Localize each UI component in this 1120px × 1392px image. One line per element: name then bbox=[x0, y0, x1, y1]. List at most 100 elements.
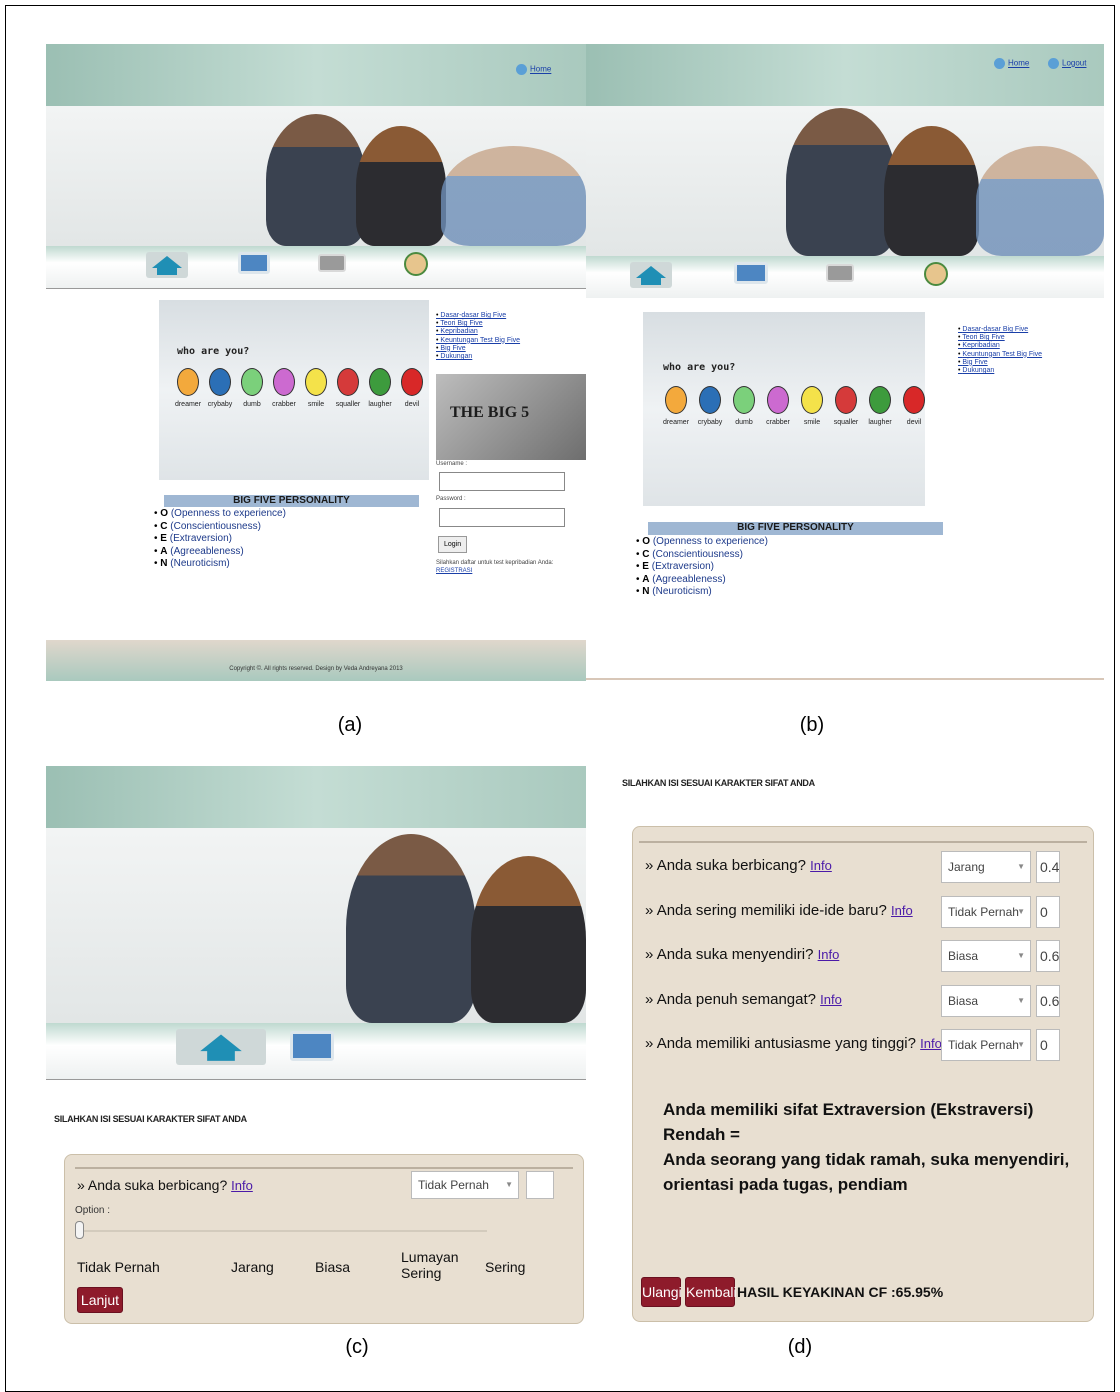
side-link[interactable]: Dukungan bbox=[958, 367, 1042, 375]
nav-home-icon[interactable] bbox=[630, 262, 672, 288]
nav-user-icon[interactable] bbox=[404, 252, 428, 276]
face-crybaby-icon bbox=[209, 368, 231, 396]
info-link[interactable]: Info bbox=[920, 1036, 942, 1051]
big5-image-text: THE BIG 5 bbox=[450, 404, 530, 421]
side-link[interactable]: Big Five bbox=[958, 359, 1042, 367]
home-icon bbox=[516, 64, 527, 75]
footer: Copyright ©. All rights reserved. Design… bbox=[46, 640, 586, 681]
password-field[interactable] bbox=[439, 508, 565, 527]
slider-track[interactable] bbox=[75, 1230, 487, 1232]
question-text: Anda suka menyendiri? bbox=[656, 946, 814, 964]
nav-monitor-icon[interactable] bbox=[238, 252, 270, 274]
side-links: Dasar-dasar Big FiveTeori Big FiveKeprib… bbox=[958, 326, 1042, 375]
face-dumb-icon bbox=[733, 386, 755, 414]
nav-bar bbox=[46, 1023, 586, 1079]
nav-divider bbox=[46, 1079, 586, 1080]
answer-select[interactable]: Biasa ▼ bbox=[941, 940, 1031, 973]
face-label: devil bbox=[906, 419, 922, 426]
side-link[interactable]: Dukungan bbox=[436, 353, 520, 361]
register-link[interactable]: REGISTRASI bbox=[436, 568, 472, 574]
cf-value[interactable]: 0.4 bbox=[1036, 851, 1060, 883]
answer-select[interactable]: Tidak Pernah ▼ bbox=[941, 1029, 1031, 1062]
username-field[interactable] bbox=[439, 472, 565, 491]
cf-value[interactable]: 0.6 bbox=[1036, 940, 1060, 973]
slider-handle[interactable] bbox=[75, 1221, 84, 1239]
chevron-down-icon: ▼ bbox=[1017, 862, 1025, 871]
header-banner bbox=[46, 766, 586, 828]
answer-select-value: Jarang bbox=[948, 860, 985, 874]
side-link[interactable]: Teori Big Five bbox=[958, 334, 1042, 342]
trait-list: O (Openness to experience)C (Conscientio… bbox=[154, 508, 286, 571]
woman-figure bbox=[884, 126, 979, 256]
header-photo bbox=[586, 106, 1104, 256]
home-link[interactable]: Home bbox=[516, 64, 551, 75]
header-photo bbox=[46, 828, 586, 1023]
repeat-button[interactable]: Ulangi bbox=[641, 1277, 682, 1307]
trait-letter: N bbox=[160, 558, 168, 570]
family-figure bbox=[976, 146, 1104, 256]
nav-bar bbox=[586, 256, 1104, 298]
side-link[interactable]: Keuntungan Test Big Five bbox=[436, 337, 520, 345]
nav-user-icon[interactable] bbox=[924, 262, 948, 286]
caption-a: (a) bbox=[337, 714, 363, 736]
cf-value[interactable]: 0.6 bbox=[1036, 984, 1060, 1017]
home-link-label[interactable]: Home bbox=[1008, 59, 1029, 68]
trait-letter: O bbox=[642, 536, 651, 547]
nav-home-icon[interactable] bbox=[176, 1029, 266, 1065]
answer-select-value: Biasa bbox=[948, 993, 979, 1008]
home-link-label[interactable]: Home bbox=[530, 65, 551, 74]
cf-value[interactable]: 0 bbox=[1036, 895, 1060, 928]
trait-text: (Extraversion) bbox=[169, 533, 232, 545]
nav-news-icon[interactable] bbox=[826, 264, 854, 282]
home-icon bbox=[994, 58, 1005, 69]
side-link[interactable]: Kepribadian bbox=[436, 328, 520, 336]
info-link[interactable]: Info bbox=[818, 947, 840, 962]
answer-select[interactable]: Biasa ▼ bbox=[941, 984, 1031, 1017]
nav-news-icon[interactable] bbox=[318, 254, 346, 272]
face-squaller-icon bbox=[835, 386, 857, 414]
face-smile-icon bbox=[305, 368, 327, 396]
side-link[interactable]: Big Five bbox=[436, 345, 520, 353]
answer-select[interactable]: Jarang ▼ bbox=[941, 851, 1031, 883]
face-dumb-icon bbox=[241, 368, 263, 396]
side-link[interactable]: Teori Big Five bbox=[436, 320, 520, 328]
register-text: Silahkan daftar untuk test kepribadian A… bbox=[436, 560, 554, 566]
trait-text: (Openness to experience) bbox=[170, 508, 286, 519]
side-link[interactable]: Dasar-dasar Big Five bbox=[958, 326, 1042, 334]
trait-item: E (Extraversion) bbox=[636, 561, 768, 574]
info-link[interactable]: Info bbox=[820, 992, 842, 1007]
scale-label: Tidak Pernah bbox=[77, 1259, 160, 1275]
question-text: Anda penuh semangat? bbox=[656, 990, 816, 1008]
answer-select[interactable]: Tidak Pernah ▼ bbox=[941, 895, 1031, 928]
chevron-down-icon: ▼ bbox=[1017, 906, 1025, 916]
logout-link[interactable]: Logout bbox=[1048, 58, 1086, 69]
home-link[interactable]: Home bbox=[994, 58, 1029, 69]
option-label: Option : bbox=[75, 1205, 111, 1216]
nav-monitor-icon[interactable] bbox=[290, 1031, 334, 1061]
answer-select[interactable]: Tidak Pernah ▼ bbox=[411, 1171, 519, 1199]
woman-figure bbox=[471, 856, 586, 1023]
info-link[interactable]: Info bbox=[231, 1178, 253, 1193]
cf-input[interactable] bbox=[526, 1171, 554, 1199]
back-button[interactable]: Kembali bbox=[685, 1277, 737, 1307]
question-row: » Anda penuh semangat? Info bbox=[645, 990, 842, 1008]
chevron-down-icon: ▼ bbox=[1017, 951, 1025, 961]
side-link[interactable]: Keuntungan Test Big Five bbox=[958, 351, 1042, 359]
who-are-you-banner: who are you? dreamer crybaby dumb crabber sm… bbox=[643, 312, 925, 506]
side-link[interactable]: Dasar-dasar Big Five bbox=[436, 312, 520, 320]
logout-link-label[interactable]: Logout bbox=[1062, 59, 1086, 68]
cf-value[interactable]: 0 bbox=[1036, 1029, 1060, 1062]
nav-home-icon[interactable] bbox=[146, 252, 188, 278]
trait-text: (Conscientiousness) bbox=[170, 520, 261, 532]
info-link[interactable]: Info bbox=[810, 858, 832, 873]
question-row: » Anda memiliki antusiasme yang tinggi? … bbox=[645, 1035, 942, 1053]
login-button[interactable]: Login bbox=[438, 536, 468, 553]
info-link[interactable]: Info bbox=[891, 903, 913, 918]
nav-monitor-icon[interactable] bbox=[734, 262, 768, 284]
next-button[interactable]: Lanjut bbox=[77, 1287, 123, 1313]
question-text: Anda sering memiliki ide-ide baru? bbox=[656, 901, 887, 919]
header-banner bbox=[46, 44, 586, 106]
scale-label: Biasa bbox=[315, 1259, 351, 1275]
trait-text: (Agreeableness) bbox=[170, 545, 244, 557]
side-link[interactable]: Kepribadian bbox=[958, 342, 1042, 350]
